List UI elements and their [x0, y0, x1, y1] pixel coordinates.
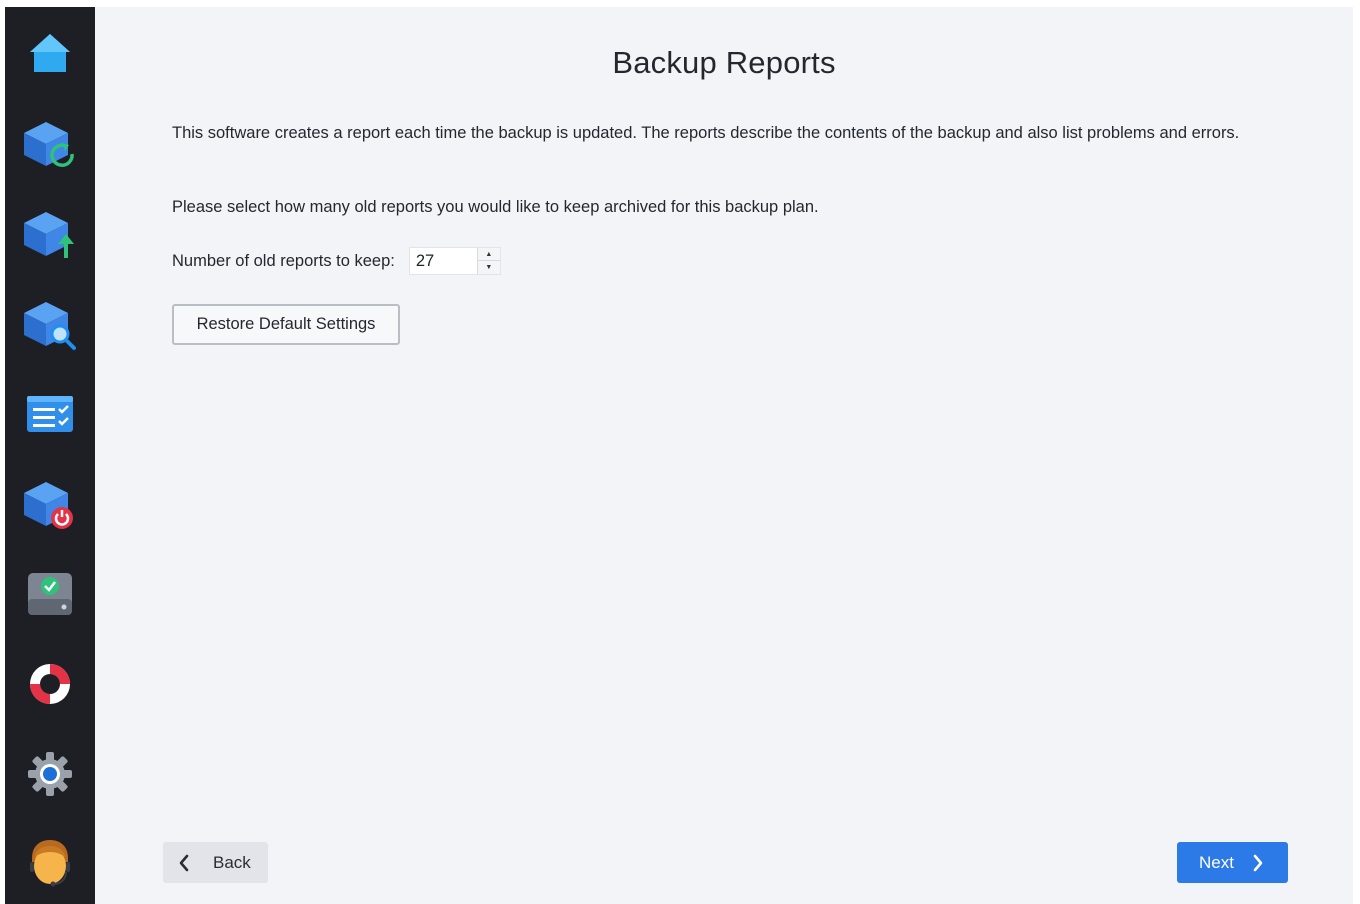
sidebar-item-help[interactable]: [5, 652, 95, 716]
instruction-text: Please select how many old reports you w…: [172, 198, 819, 216]
stepper-up-icon[interactable]: ▲: [477, 248, 500, 261]
stepper-down-icon[interactable]: ▼: [478, 261, 500, 274]
chevron-right-icon: [1252, 854, 1272, 872]
app-window: Backup Reports This software creates a r…: [5, 7, 1353, 904]
stepper-buttons: ▲ ▼: [476, 248, 500, 274]
chevron-left-icon: [178, 854, 198, 872]
sidebar: [5, 7, 95, 904]
backup-power-icon: [24, 482, 73, 529]
user-avatar-icon: [30, 840, 70, 887]
lifebuoy-icon: [30, 664, 70, 704]
sidebar-item-browse[interactable]: [5, 292, 95, 356]
reports-to-keep-input[interactable]: 27: [416, 252, 434, 271]
reports-to-keep-row: Number of old reports to keep: 27 ▲ ▼: [172, 247, 501, 275]
backup-search-icon: [24, 302, 76, 350]
drive-check-icon: [28, 573, 72, 615]
back-button[interactable]: Back: [163, 842, 268, 883]
back-button-label: Back: [213, 852, 251, 872]
next-button[interactable]: Next: [1177, 842, 1288, 883]
checklist-icon: [27, 396, 73, 432]
backup-refresh-icon: [24, 122, 74, 167]
page-title: Backup Reports: [612, 45, 836, 80]
main-panel: Backup Reports This software creates a r…: [95, 7, 1353, 904]
next-button-label: Next: [1199, 852, 1234, 872]
sidebar-item-drive[interactable]: [5, 562, 95, 626]
sidebar-item-backup[interactable]: [5, 112, 95, 176]
gear-icon: [28, 752, 72, 796]
home-icon: [30, 34, 70, 72]
restore-defaults-button[interactable]: Restore Default Settings: [172, 304, 400, 345]
backup-upload-icon: [24, 212, 74, 258]
description-text: This software creates a report each time…: [172, 124, 1240, 142]
sidebar-item-tasks[interactable]: [5, 382, 95, 446]
sidebar-item-shutdown[interactable]: [5, 472, 95, 536]
sidebar-item-settings[interactable]: [5, 742, 95, 806]
sidebar-item-home[interactable]: [5, 22, 95, 86]
sidebar-item-upload[interactable]: [5, 202, 95, 266]
reports-to-keep-stepper[interactable]: 27 ▲ ▼: [408, 247, 501, 275]
reports-to-keep-label: Number of old reports to keep:: [172, 251, 395, 270]
sidebar-item-account[interactable]: [5, 832, 95, 896]
